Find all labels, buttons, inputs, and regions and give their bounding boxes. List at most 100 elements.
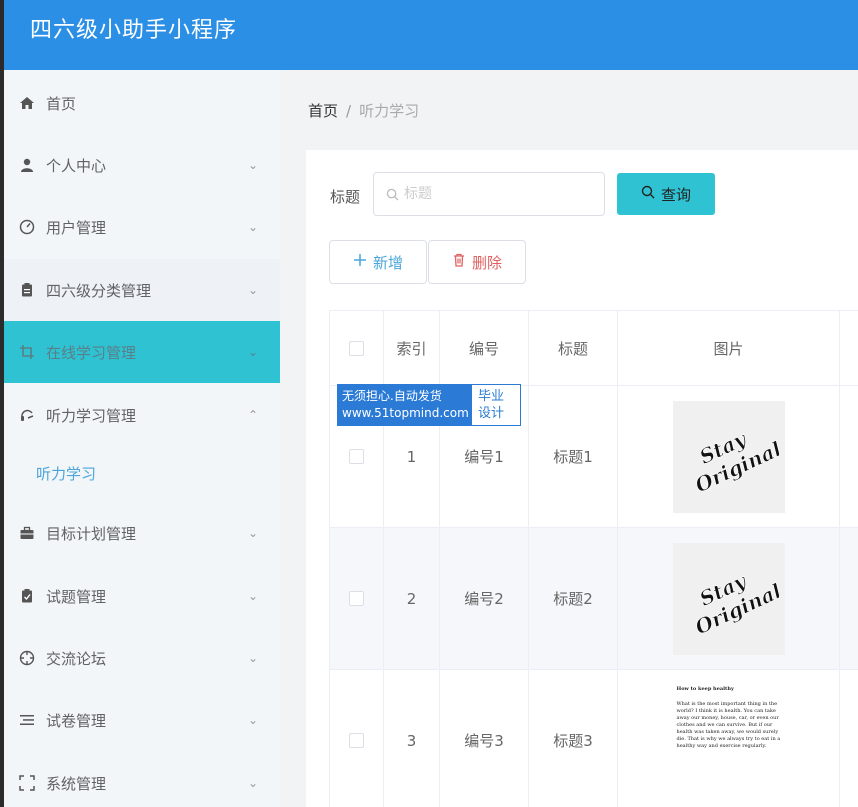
- fullscreen-icon: [18, 774, 36, 792]
- chevron-down-icon: ⌄: [247, 220, 258, 234]
- clipboard-icon: [18, 281, 36, 299]
- chevron-down-icon: ⌄: [247, 651, 258, 665]
- stay-original-image: Stay Original: [691, 425, 779, 497]
- table-header-image: 图片: [618, 311, 840, 386]
- row-image-cell: Stay Original: [618, 528, 840, 670]
- target-icon: [18, 649, 36, 667]
- row-title: 标题3: [529, 670, 618, 807]
- sidebar-item-system[interactable]: 系统管理 ⌄: [4, 752, 280, 807]
- row-title: 标题1: [529, 386, 618, 528]
- table-header-code: 编号: [440, 311, 529, 386]
- briefcase-icon: [18, 524, 36, 542]
- sidebar-item-home[interactable]: 首页: [4, 72, 280, 134]
- sidebar-item-user-management[interactable]: 用户管理 ⌄: [4, 196, 280, 258]
- watermark-right: 毕业 设计: [472, 385, 520, 425]
- row-code: 编号3: [440, 670, 529, 807]
- crop-icon: [18, 343, 36, 361]
- search-icon: [641, 185, 655, 203]
- chevron-down-icon: ⌄: [247, 776, 258, 790]
- home-icon: [18, 94, 36, 112]
- sidebar-item-goal-plan[interactable]: 目标计划管理 ⌄: [4, 502, 280, 564]
- content-panel: 标题 查询 新增 删除 索引 编号 标题 图片: [306, 150, 858, 807]
- sidebar-item-label: 系统管理: [46, 774, 107, 793]
- row-overflow: [840, 670, 858, 807]
- delete-button[interactable]: 删除: [428, 240, 526, 284]
- row-code: 编号2: [440, 528, 529, 670]
- sidebar-item-label: 用户管理: [46, 218, 107, 237]
- search-field[interactable]: [373, 172, 605, 216]
- sidebar-item-label: 交流论坛: [46, 649, 107, 668]
- headset-icon: [18, 406, 36, 424]
- stay-original-image: Stay Original: [691, 567, 779, 639]
- row-image[interactable]: How to keep healthy What is the most imp…: [672, 681, 785, 800]
- sidebar-item-label: 首页: [46, 94, 77, 113]
- sidebar-item-online-learning[interactable]: 在线学习管理 ⌄: [4, 321, 280, 383]
- row-overflow: [840, 386, 858, 528]
- sidebar-item-forum[interactable]: 交流论坛 ⌄: [4, 627, 280, 689]
- select-all-checkbox[interactable]: [349, 340, 364, 356]
- doc-thumb-body: What is the most important thing in the …: [676, 700, 781, 749]
- sidebar-item-listening-management[interactable]: 听力学习管理 ⌃: [4, 384, 280, 446]
- chevron-down-icon: ⌄: [247, 713, 258, 727]
- gauge-icon: [18, 218, 36, 236]
- sidebar-item-personal-center[interactable]: 个人中心 ⌄: [4, 134, 280, 196]
- add-button[interactable]: 新增: [329, 240, 427, 284]
- search-button[interactable]: 查询: [617, 173, 715, 215]
- chevron-down-icon: ⌄: [247, 158, 258, 172]
- row-image-cell: How to keep healthy What is the most imp…: [618, 670, 840, 807]
- add-button-label: 新增: [372, 253, 403, 272]
- sidebar-item-label: 试卷管理: [46, 711, 107, 730]
- row-index: 2: [384, 528, 440, 670]
- sidebar-item-label: 在线学习管理: [46, 343, 137, 362]
- user-icon: [18, 156, 36, 174]
- row-select-cell: [329, 670, 384, 807]
- sidebar: 首页 个人中心 ⌄ 用户管理 ⌄ 四六级分类管理 ⌄ 在线学习管理 ⌄ 听力学习…: [4, 70, 280, 807]
- chevron-down-icon: ⌄: [247, 345, 258, 359]
- plus-icon: [353, 253, 367, 271]
- chevron-down-icon: ⌄: [247, 526, 258, 540]
- list-icon: [18, 711, 36, 729]
- sidebar-item-questions[interactable]: 试题管理 ⌄: [4, 565, 280, 627]
- watermark-right1: 毕业: [478, 389, 505, 404]
- chevron-up-icon: ⌃: [247, 408, 258, 422]
- row-index: 3: [384, 670, 440, 807]
- sidebar-item-label: 个人中心: [46, 156, 107, 175]
- chevron-down-icon: ⌄: [247, 283, 258, 297]
- search-icon: [386, 186, 399, 205]
- table-header-title: 标题: [529, 311, 618, 386]
- breadcrumb-home[interactable]: 首页: [308, 102, 338, 120]
- main-content: 首页 / 听力学习 标题 查询 新增 删除 索引 编号 标题 图片: [280, 70, 858, 807]
- sidebar-item-category-management[interactable]: 四六级分类管理 ⌄: [4, 259, 280, 321]
- sidebar-subitem-label: 听力学习: [36, 464, 97, 483]
- checklist-icon: [18, 587, 36, 605]
- watermark-line2: www.51topmind.com: [342, 406, 469, 420]
- watermark-left: 无须担心.自动发货 www.51topmind.com: [338, 385, 472, 425]
- row-checkbox[interactable]: [349, 733, 364, 748]
- row-title: 标题2: [529, 528, 618, 670]
- sidebar-item-label: 目标计划管理: [46, 524, 137, 543]
- breadcrumb-separator: /: [346, 102, 352, 120]
- search-label: 标题: [330, 188, 361, 206]
- delete-button-label: 删除: [471, 253, 502, 272]
- row-checkbox[interactable]: [349, 591, 364, 606]
- breadcrumb: 首页 / 听力学习: [308, 100, 419, 121]
- sidebar-item-label: 听力学习管理: [46, 406, 137, 425]
- row-image[interactable]: Stay Original: [672, 400, 785, 513]
- trash-icon: [452, 253, 466, 271]
- table-header-select: [329, 311, 384, 386]
- app-title: 四六级小助手小程序: [30, 18, 238, 43]
- sidebar-subitem-listening[interactable]: 听力学习: [4, 444, 280, 502]
- chevron-down-icon: ⌄: [247, 589, 258, 603]
- search-input[interactable]: [404, 183, 594, 205]
- row-image[interactable]: Stay Original: [672, 542, 785, 655]
- row-overflow: [840, 528, 858, 670]
- row-checkbox[interactable]: [349, 449, 364, 464]
- watermark-badge: 无须担心.自动发货 www.51topmind.com 毕业 设计: [337, 384, 521, 426]
- sidebar-item-exam-papers[interactable]: 试卷管理 ⌄: [4, 689, 280, 751]
- table-header-overflow: [840, 311, 858, 386]
- sidebar-item-label: 试题管理: [46, 587, 107, 606]
- search-button-label: 查询: [660, 185, 691, 204]
- row-image-cell: Stay Original: [618, 386, 840, 528]
- row-select-cell: [329, 528, 384, 670]
- doc-thumb-title: How to keep healthy: [676, 685, 734, 692]
